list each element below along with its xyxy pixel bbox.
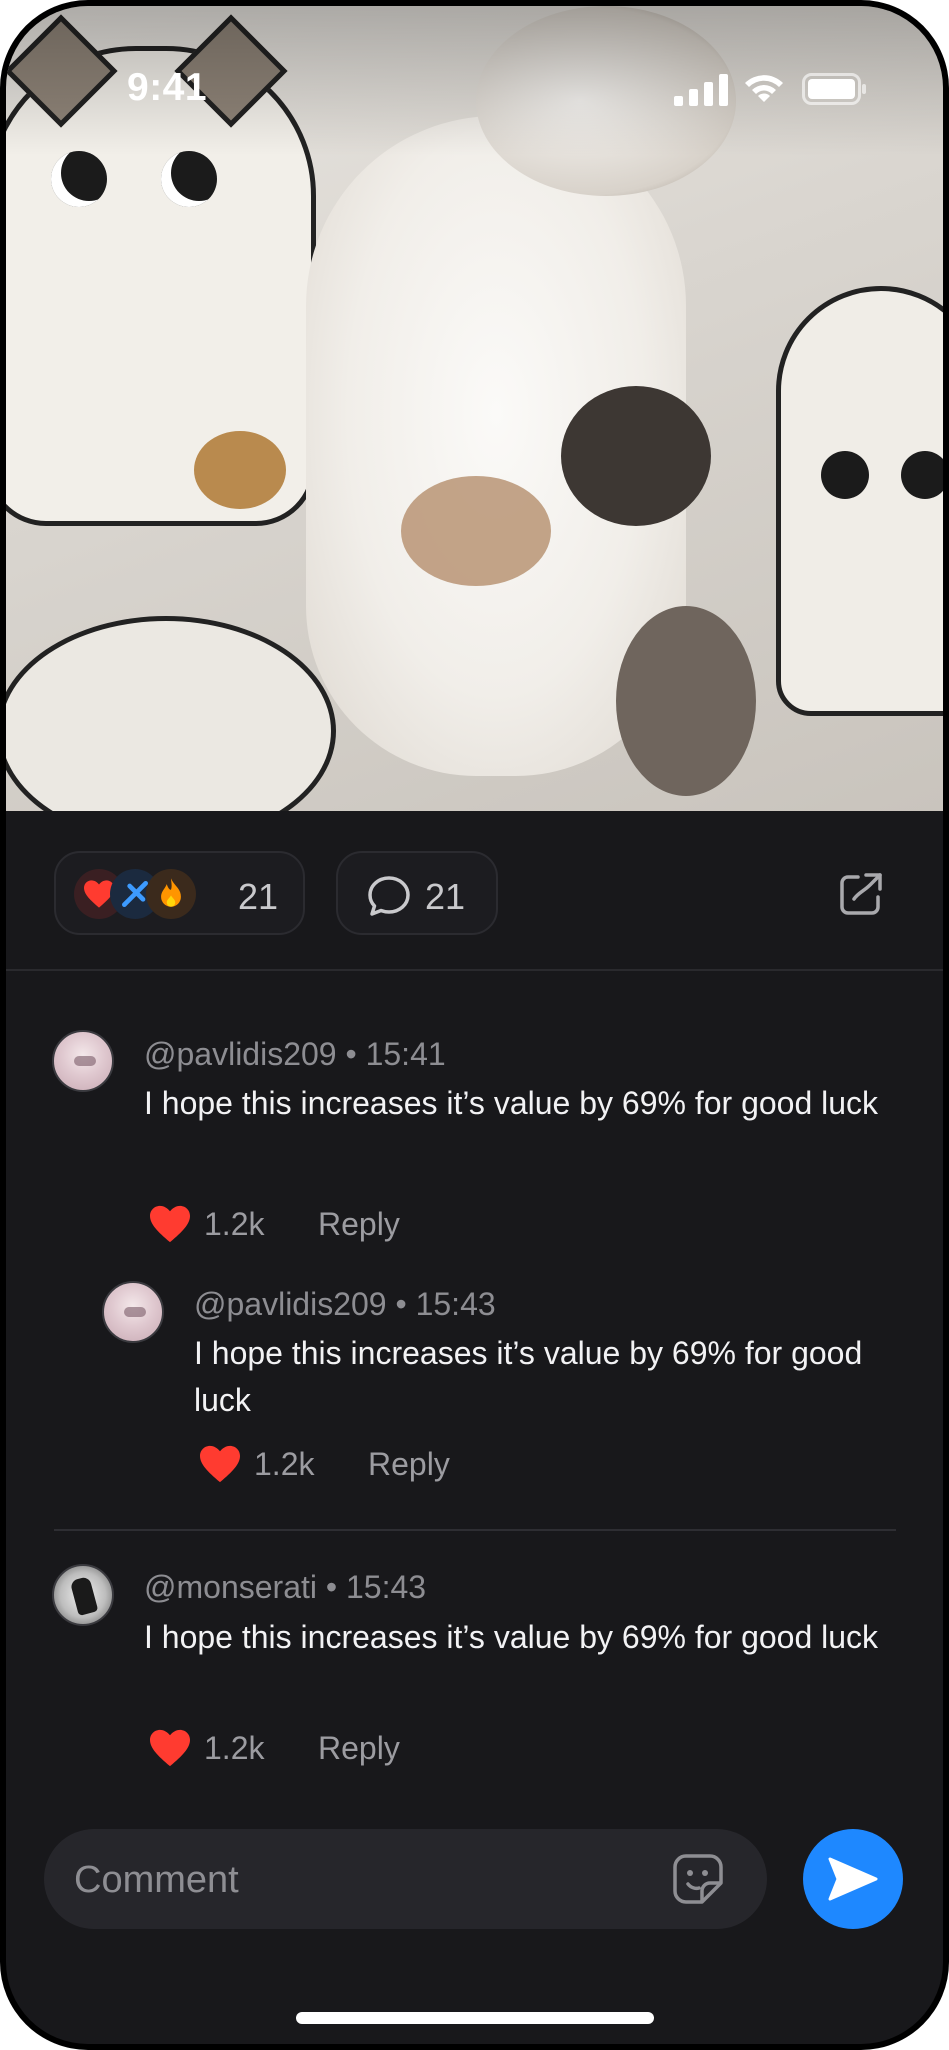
- sticker-icon[interactable]: [672, 1853, 724, 1905]
- heart-icon: [200, 1445, 240, 1483]
- comment-meta: @pavlidis209 • 15:41: [144, 1036, 446, 1072]
- comment-composer: [44, 1829, 767, 1931]
- avatar[interactable]: [52, 1030, 114, 1092]
- like-count: 1.2k: [204, 1729, 265, 1766]
- heart-icon: [150, 1729, 190, 1767]
- status-time: 9:41: [127, 66, 208, 109]
- send-button[interactable]: [803, 1829, 903, 1929]
- reactions-count: 21: [238, 876, 279, 917]
- comment-meta: @pavlidis209 • 15:43: [194, 1286, 496, 1322]
- avatar[interactable]: [102, 1281, 164, 1343]
- like-button[interactable]: 1.2k: [148, 1202, 264, 1246]
- like-count: 1.2k: [254, 1445, 315, 1482]
- comment-input[interactable]: [72, 1829, 636, 1931]
- comment-text: I hope this increases it’s value by 69% …: [144, 1085, 879, 1121]
- post-photo[interactable]: [6, 6, 943, 811]
- comment-meta: @monserati • 15:43: [144, 1569, 427, 1605]
- home-indicator[interactable]: [296, 2012, 654, 2024]
- comment-time: 15:43: [415, 1286, 496, 1322]
- cartoon-eye: [901, 451, 943, 499]
- avatar[interactable]: [52, 1564, 114, 1626]
- phone-frame: 9:41 21 21 @pavlidis209 • 15:41 I hope t…: [0, 0, 949, 2050]
- cartoon-eye: [51, 151, 107, 207]
- status-bar: 9:41: [6, 6, 943, 126]
- comment-time: 15:41: [365, 1036, 446, 1072]
- like-count: 1.2k: [204, 1205, 265, 1242]
- send-icon: [828, 1857, 878, 1901]
- like-button[interactable]: 1.2k: [198, 1442, 314, 1486]
- cat-patch: [561, 386, 711, 526]
- heart-icon: [150, 1205, 190, 1243]
- cat-patch: [616, 606, 756, 796]
- reactions-button[interactable]: 21: [54, 851, 305, 935]
- wifi-icon: [745, 75, 783, 102]
- divider: [6, 969, 943, 971]
- comments-count: 21: [425, 876, 466, 917]
- reply-button[interactable]: Reply: [318, 1730, 400, 1767]
- share-icon[interactable]: [836, 869, 886, 919]
- reply-button[interactable]: Reply: [368, 1446, 450, 1483]
- like-button[interactable]: 1.2k: [148, 1726, 264, 1770]
- fire-emoji-icon: [146, 869, 196, 919]
- cartoon-cat-bottom: [6, 616, 336, 811]
- reaction-stack: [74, 869, 214, 919]
- comments-button[interactable]: 21: [336, 851, 498, 935]
- comment-time: 15:43: [345, 1569, 427, 1605]
- cellular-signal-icon: [674, 74, 728, 106]
- battery-icon: [802, 73, 866, 105]
- comment-bubble-icon: [368, 876, 410, 916]
- cartoon-cat-right: [776, 286, 943, 716]
- comment-username[interactable]: @pavlidis209: [144, 1036, 337, 1072]
- comment-username[interactable]: @pavlidis209: [194, 1286, 387, 1322]
- cat-patch: [401, 476, 551, 586]
- cookie-print: [194, 431, 286, 509]
- screen: 9:41 21 21 @pavlidis209 • 15:41 I hope t…: [6, 6, 943, 2044]
- reply-button[interactable]: Reply: [318, 1206, 400, 1243]
- comment-text: I hope this increases it’s value by 69% …: [194, 1335, 863, 1418]
- post-actions: 21 21: [6, 811, 943, 971]
- comment-username[interactable]: @monserati: [144, 1569, 317, 1605]
- comment-separator: [54, 1529, 896, 1531]
- comment-text: I hope this increases it’s value by 69% …: [144, 1619, 879, 1655]
- cartoon-eye: [161, 151, 217, 207]
- cartoon-eye: [821, 451, 869, 499]
